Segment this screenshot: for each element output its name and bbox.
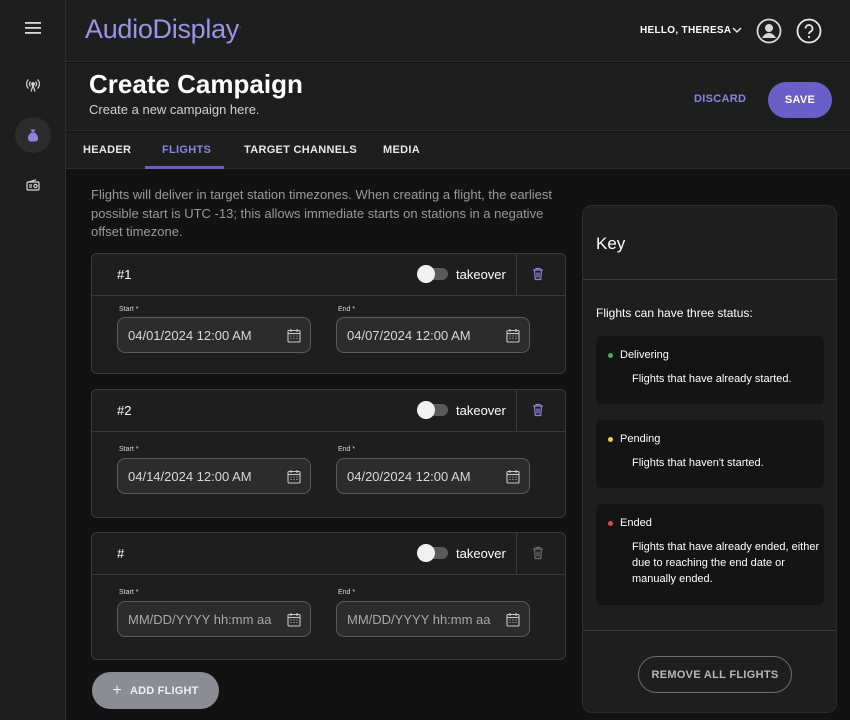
flight-card-header: #1 takeover [92,254,565,296]
logo-text: AudioDisplay [85,14,239,44]
radio-icon [26,179,40,191]
logo-mark: . [238,21,241,30]
remove-all-flights-button[interactable]: REMOVE ALL FLIGHTS [638,656,792,693]
end-date-field[interactable]: MM/DD/YYYY hh:mm aa [336,601,530,637]
start-label: Start * [119,306,139,313]
end-date-value: 04/20/2024 12:00 AM [347,469,471,484]
key-divider [583,279,836,280]
status-card-pending: Pending Flights that haven't started. [596,420,824,488]
start-date-placeholder: MM/DD/YYYY hh:mm aa [128,612,272,627]
status-key-panel: Key Flights can have three status: Deliv… [582,205,837,713]
tab-header[interactable]: HEADER [83,144,131,156]
takeover-label: takeover [456,546,506,561]
header-divider [516,533,517,575]
start-date-field[interactable]: 04/01/2024 12:00 AM [117,317,311,353]
calendar-icon[interactable] [506,612,520,627]
active-tab-indicator [145,166,224,169]
start-label: Start * [119,589,139,596]
nav-stations[interactable] [15,67,51,103]
calendar-icon[interactable] [287,612,301,627]
nav-campaigns[interactable] [15,117,51,153]
toggle-knob [417,401,435,419]
calendar-icon[interactable] [287,469,301,484]
end-label: End * [338,446,356,453]
page-header: Create Campaign Create a new campaign he… [66,63,850,131]
status-name: Ended [620,517,652,529]
page-subtitle: Create a new campaign here. [89,102,260,117]
save-button[interactable]: SAVE [768,82,832,118]
add-flight-label: ADD FLIGHT [129,684,199,697]
tab-media[interactable]: MEDIA [383,144,420,156]
page-title: Create Campaign [89,69,303,99]
takeover-toggle[interactable] [417,265,448,283]
flight-card: #1 takeover Start * End * 04/01/2024 12:… [91,253,566,374]
flights-info-text: Flights will deliver in target station t… [91,187,552,239]
help-circle-icon[interactable] [796,18,822,44]
takeover-label: takeover [456,403,506,418]
money-bag-icon [27,129,39,142]
key-title: Key [596,234,626,253]
status-dot-yellow [608,437,613,442]
takeover-toggle[interactable] [417,544,448,562]
end-date-placeholder: MM/DD/YYYY hh:mm aa [347,612,491,627]
calendar-icon[interactable] [506,469,520,484]
status-name: Delivering [620,349,669,361]
trash-icon[interactable] [532,546,544,560]
user-greeting: HELLO, THERESA [640,25,732,36]
takeover-label: takeover [456,267,506,282]
status-description: Flights that have already ended, either … [632,541,820,585]
add-flight-button[interactable]: + ADD FLIGHT [92,672,219,709]
flight-number: #2 [117,403,132,418]
broadcast-icon [26,79,40,92]
flight-card-header: #2 takeover [92,390,565,432]
flight-card: #2 takeover Start * End * 04/14/2024 12:… [91,389,566,518]
side-nav-rail [0,0,66,720]
trash-icon[interactable] [532,267,544,281]
start-date-field[interactable]: MM/DD/YYYY hh:mm aa [117,601,311,637]
nav-radio[interactable] [15,167,51,203]
status-name: Pending [620,433,661,445]
header-divider [516,254,517,296]
chevron-down-icon[interactable] [731,24,743,36]
flight-card: # takeover Start * End * MM/DD/YYYY hh:m… [91,532,566,660]
start-label: Start * [119,446,139,453]
start-date-value: 04/01/2024 12:00 AM [128,328,252,343]
end-label: End * [338,589,356,596]
end-label: End * [338,306,356,313]
toggle-knob [417,265,435,283]
app-logo[interactable]: AudioDisplay. [85,14,241,45]
account-circle-icon[interactable] [756,18,782,44]
key-divider [583,630,836,631]
end-date-field[interactable]: 04/07/2024 12:00 AM [336,317,530,353]
flight-number: #1 [117,267,132,282]
header-divider [516,390,517,432]
status-description: Flights that haven't started. [632,457,764,469]
end-date-field[interactable]: 04/20/2024 12:00 AM [336,458,530,494]
top-app-bar: AudioDisplay. HELLO, THERESA [66,0,850,62]
end-date-value: 04/07/2024 12:00 AM [347,328,471,343]
trash-icon[interactable] [532,403,544,417]
campaign-tabs: HEADER FLIGHTS TARGET CHANNELS MEDIA [66,132,850,169]
plus-icon: + [112,681,122,699]
calendar-icon[interactable] [506,328,520,343]
status-dot-red [608,521,613,526]
start-date-value: 04/14/2024 12:00 AM [128,469,252,484]
status-description: Flights that have already started. [632,373,792,385]
discard-button[interactable]: DISCARD [694,93,746,105]
menu-icon [25,22,41,34]
flight-card-header: # takeover [92,533,565,575]
start-date-field[interactable]: 04/14/2024 12:00 AM [117,458,311,494]
status-card-ended: Ended Flights that have already ended, e… [596,504,824,605]
key-intro: Flights can have three status: [596,306,753,320]
calendar-icon[interactable] [287,328,301,343]
tab-flights[interactable]: FLIGHTS [162,144,211,156]
menu-button[interactable] [15,10,51,46]
takeover-toggle[interactable] [417,401,448,419]
flight-number: # [117,546,125,561]
status-dot-green [608,353,613,358]
toggle-knob [417,544,435,562]
status-card-delivering: Delivering Flights that have already sta… [596,336,824,404]
tab-target-channels[interactable]: TARGET CHANNELS [244,144,357,156]
